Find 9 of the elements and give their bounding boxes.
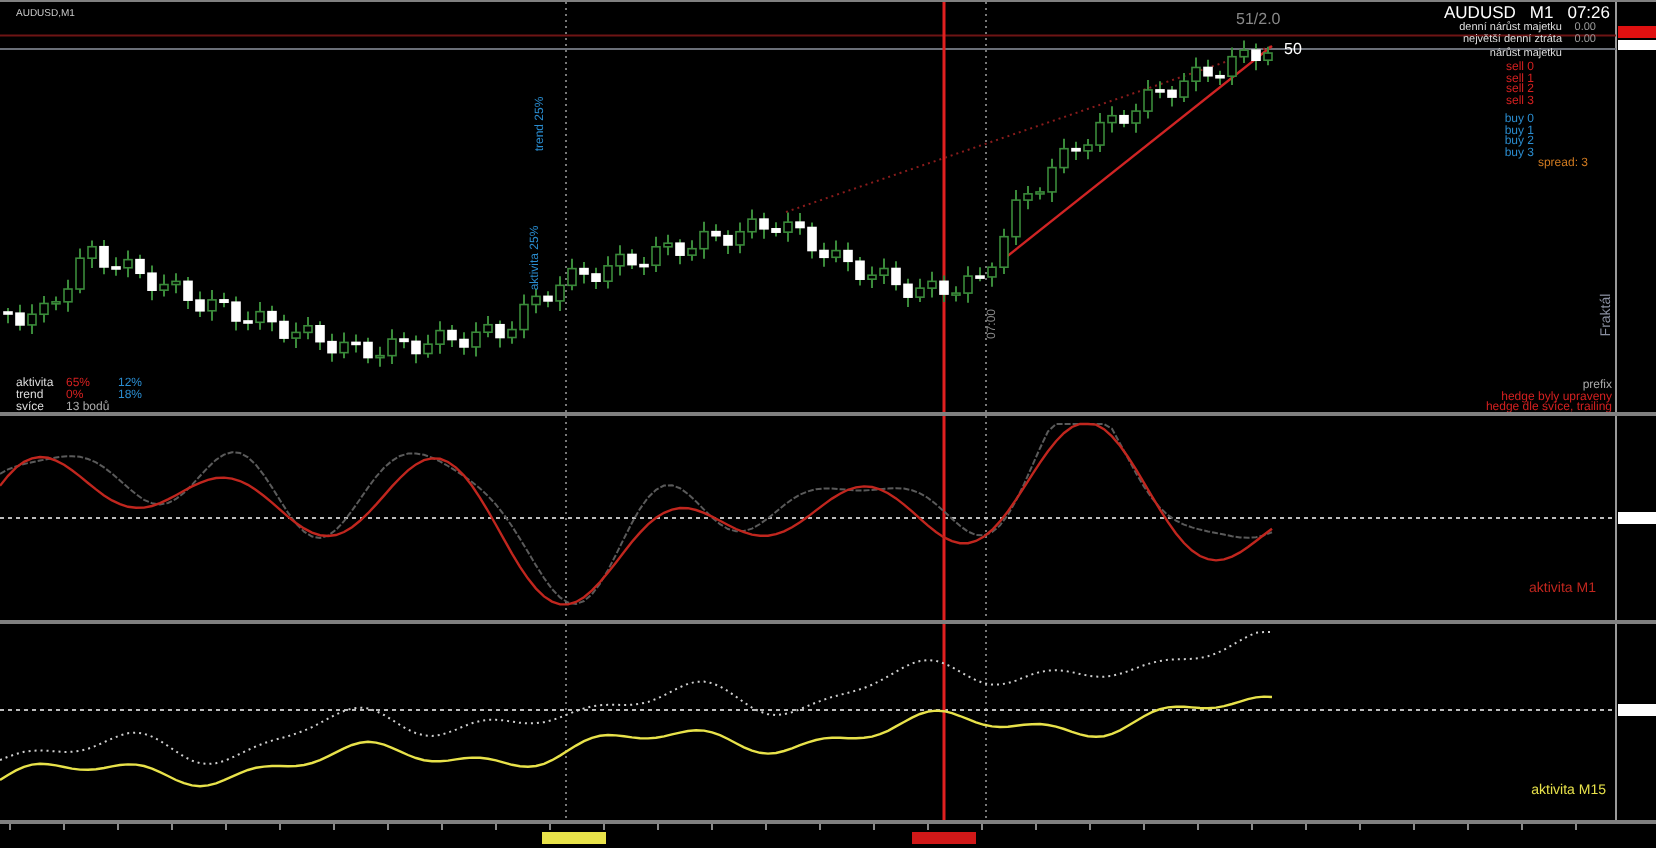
time-highlight-marker <box>912 832 976 844</box>
level-tag-marker <box>1618 704 1656 716</box>
target-label: 51/2.0 <box>1236 12 1281 28</box>
time-label: 07:26 <box>1567 4 1610 21</box>
symbol-label: AUDUSD <box>1444 4 1516 21</box>
level-tag-marker <box>1618 512 1656 524</box>
target-value: 50 <box>1284 42 1302 58</box>
time-highlight-marker <box>542 832 606 844</box>
timeframe-label: M1 <box>1529 4 1554 21</box>
